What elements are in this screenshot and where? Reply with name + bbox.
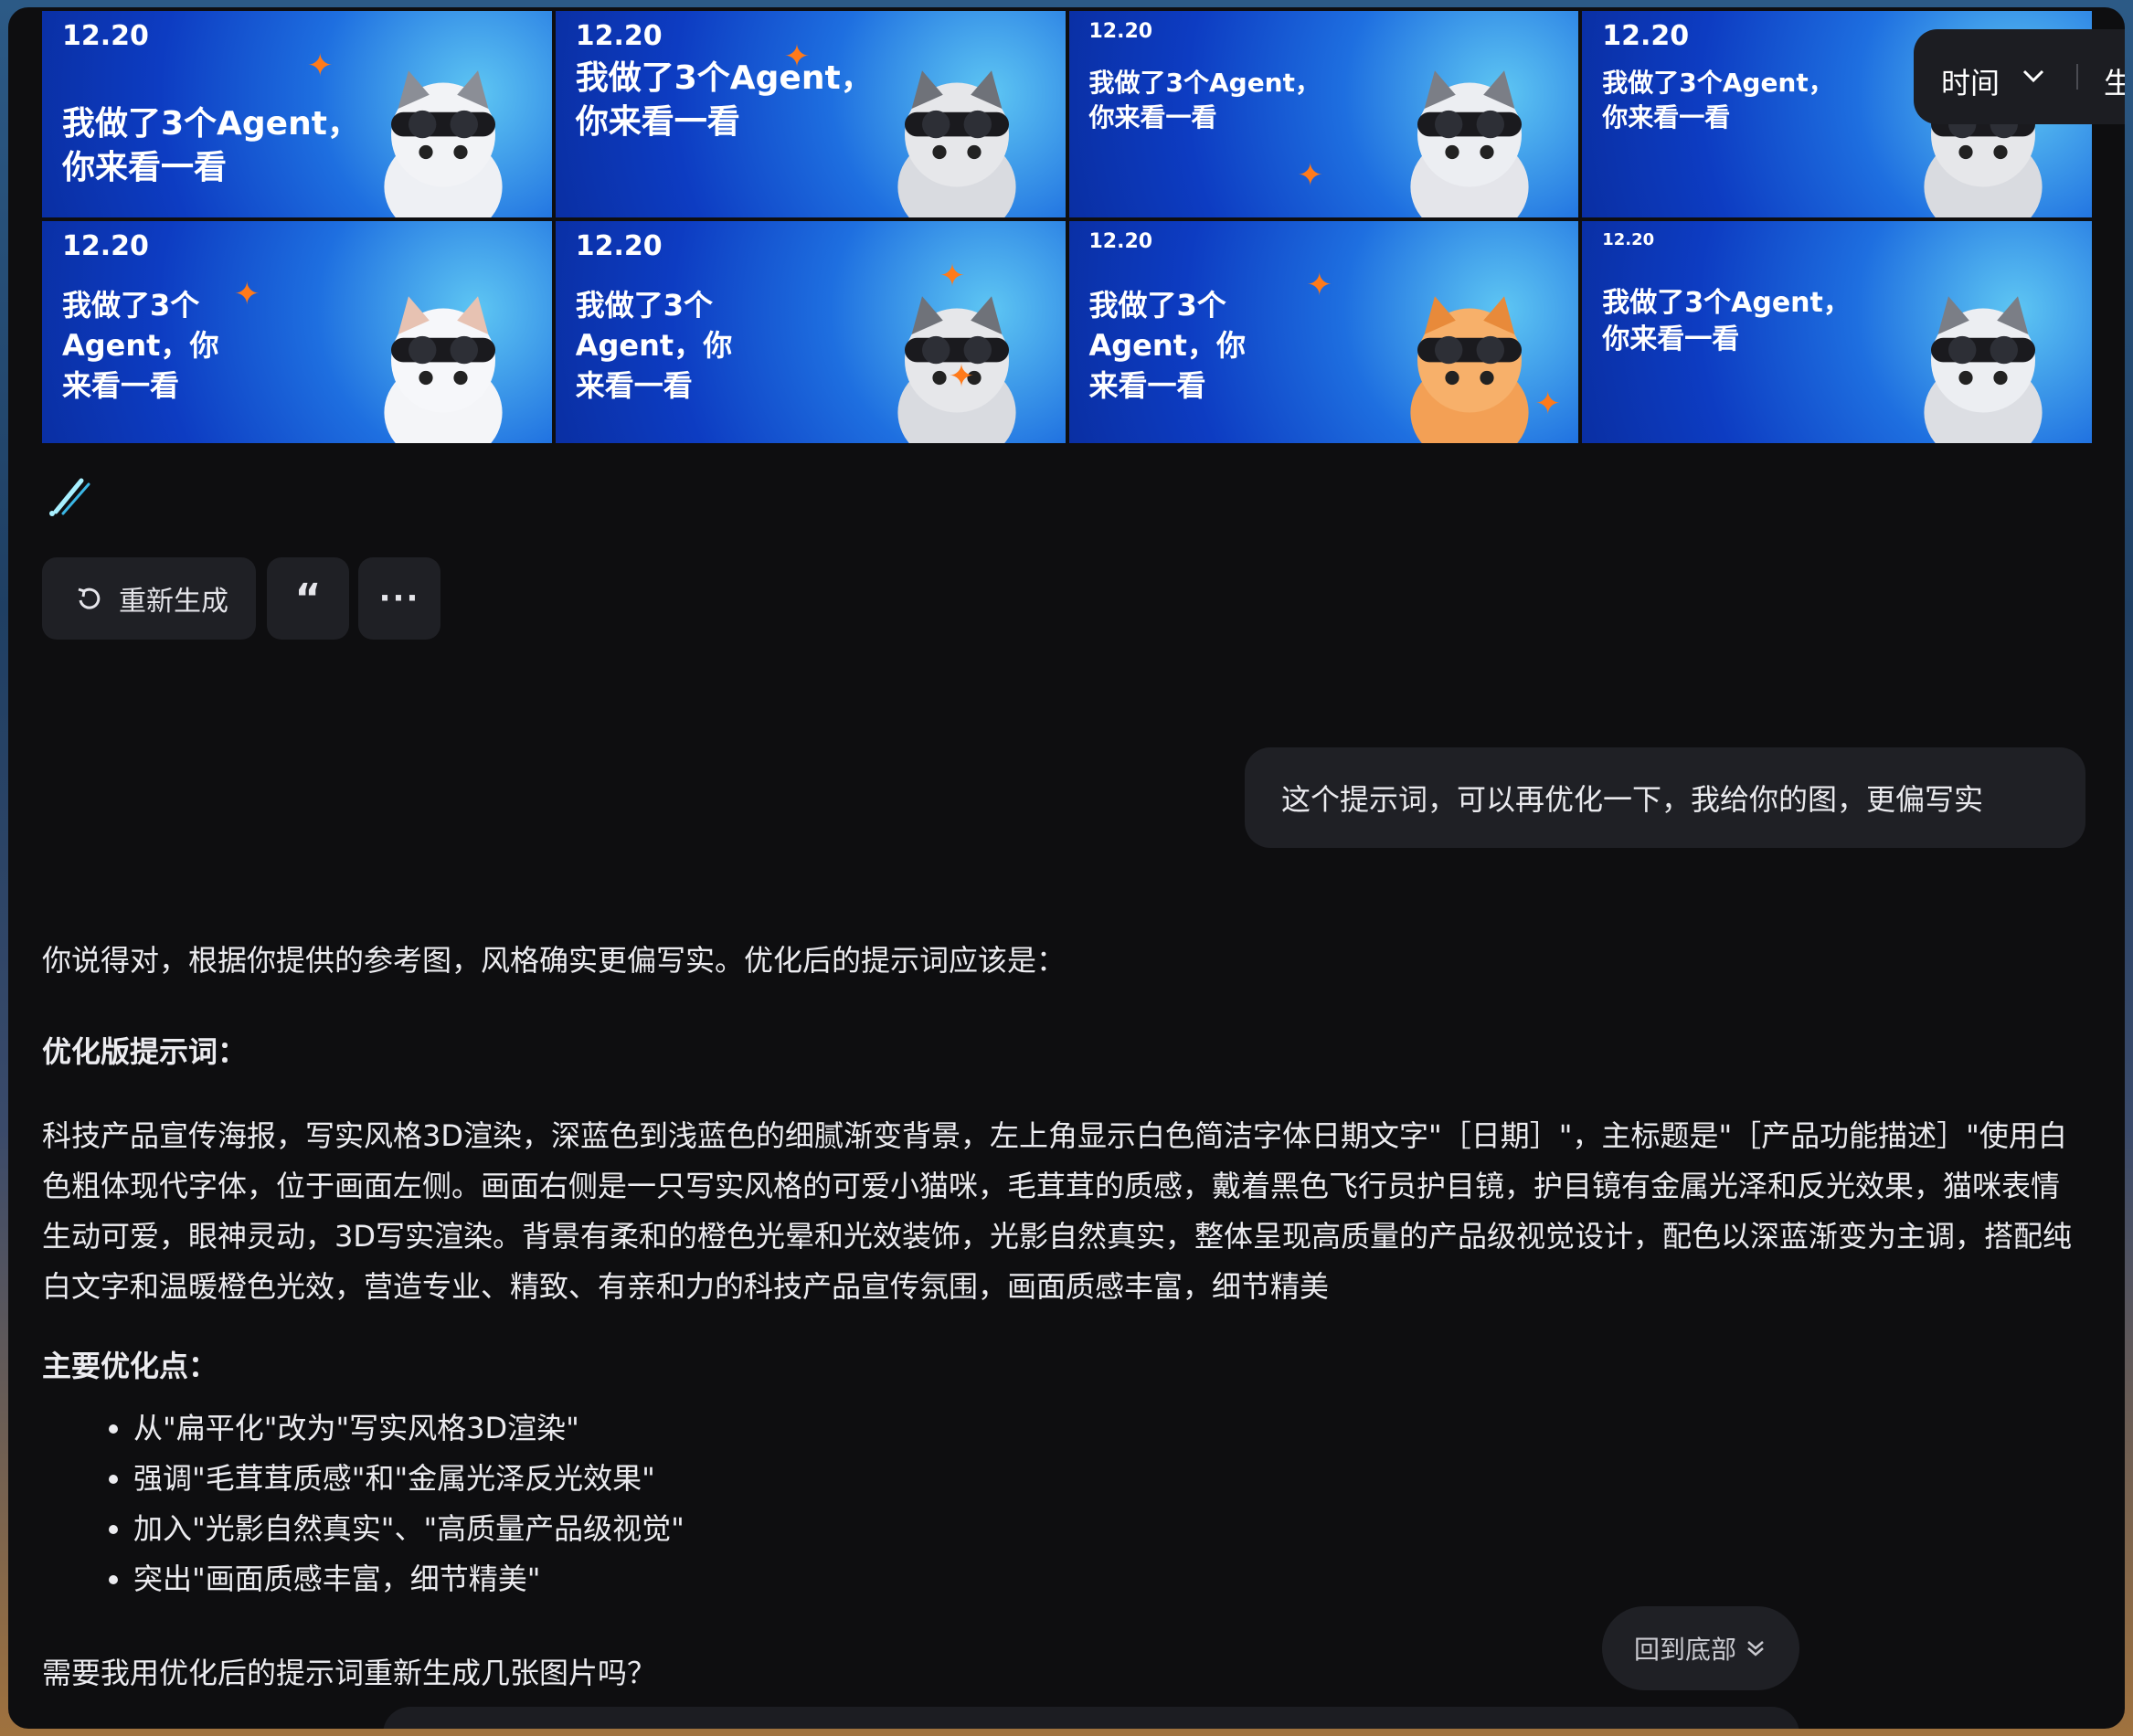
poster-image-3[interactable]: 12.20 我做了3个Agent，你来看一看 ✦	[1068, 11, 1579, 217]
poster-image-6[interactable]: 12.20 我做了3个Agent，你来看一看 ✦ ✦	[555, 221, 1066, 443]
poster-date: 12.20	[575, 20, 663, 52]
list-item: 从"扁平化"改为"写实风格3D渲染"	[133, 1403, 684, 1454]
poster-image-1[interactable]: 12.20 我做了3个Agent，你来看一看 ✦	[42, 11, 552, 217]
poster-date: 12.20	[1602, 20, 1690, 52]
cat-illustration	[1924, 296, 2043, 443]
user-message-text: 这个提示词，可以再优化一下，我给你的图，更偏写实	[1281, 782, 1984, 817]
spark-icon: ✦	[1306, 267, 1333, 303]
poster-title: 我做了3个Agent，你来看一看	[575, 59, 874, 141]
poster-date: 12.20	[1602, 230, 1655, 249]
list-item: 突出"画面质感丰富，细节精美"	[133, 1554, 684, 1604]
user-message-bubble: 这个提示词，可以再优化一下，我给你的图，更偏写实	[1245, 747, 2085, 848]
generated-image-grid: 12.20 我做了3个Agent，你来看一看 ✦ 12.20 我做了3个Agen…	[42, 11, 2092, 443]
top-toolbar: 时间 生	[1914, 29, 2125, 124]
spark-icon: ✦	[1534, 386, 1562, 422]
poster-title: 我做了3个Agent，你来看一看	[62, 105, 360, 186]
loading-spinner-icon	[49, 478, 90, 516]
back-to-bottom-button[interactable]: 回到底部	[1602, 1606, 1799, 1690]
spark-icon: ✦	[783, 38, 811, 75]
cat-illustration	[897, 70, 1016, 217]
list-item: 强调"毛茸茸质感"和"金属光泽反光效果"	[133, 1454, 684, 1504]
cat-illustration	[1410, 70, 1529, 217]
cat-illustration	[384, 70, 503, 217]
answer-heading-points: 主要优化点：	[42, 1349, 218, 1383]
answer-closing: 需要我用优化后的提示词重新生成几张图片吗？	[42, 1656, 657, 1690]
refresh-icon	[78, 587, 101, 609]
poster-image-5[interactable]: 12.20 我做了3个Agent，你来看一看 ✦	[42, 221, 552, 443]
back-to-bottom-label: 回到底部	[1633, 1635, 1736, 1665]
regenerate-button[interactable]: 重新生成	[42, 557, 256, 640]
spark-icon: ✦	[234, 276, 260, 312]
time-sort-label[interactable]: 时间	[1941, 60, 2000, 102]
poster-date: 12.20	[62, 230, 149, 262]
cat-illustration	[384, 296, 503, 443]
spark-icon: ✦	[939, 258, 966, 294]
chat-window: 12.20 我做了3个Agent，你来看一看 ✦ 12.20 我做了3个Agen…	[8, 7, 2125, 1729]
more-icon: ···	[378, 580, 420, 617]
poster-image-2[interactable]: 12.20 我做了3个Agent，你来看一看 ✦	[555, 11, 1066, 217]
poster-title: 我做了3个Agent，你来看一看	[1602, 287, 1851, 355]
double-chevron-down-icon	[1747, 1641, 1764, 1657]
chevron-down-icon[interactable]	[2020, 62, 2047, 90]
poster-image-8[interactable]: 12.20 我做了3个Agent，你来看一看	[1582, 221, 2092, 443]
regenerate-label: 重新生成	[119, 586, 228, 618]
generate-tab-label[interactable]: 生	[2104, 60, 2125, 102]
spark-icon: ✦	[1297, 157, 1324, 194]
list-item: 加入"光影自然真实"、"高质量产品级视觉"	[133, 1504, 684, 1554]
quote-button[interactable]: “	[267, 557, 349, 640]
divider	[2076, 64, 2078, 90]
spark-icon: ✦	[948, 358, 975, 395]
poster-title: 我做了3个Agent，你来看一看	[62, 288, 219, 403]
cat-illustration	[1410, 296, 1529, 443]
poster-date: 12.20	[1088, 230, 1153, 253]
poster-date: 12.20	[1088, 20, 1153, 43]
chat-input-box[interactable]	[383, 1707, 1799, 1729]
poster-image-7[interactable]: 12.20 我做了3个Agent，你来看一看 ✦ ✦	[1068, 221, 1579, 443]
spark-icon: ✦	[307, 48, 334, 84]
poster-date: 12.20	[575, 230, 663, 262]
optimized-prompt-text: 科技产品宣传海报，写实风格3D渲染，深蓝色到浅蓝色的细腻渐变背景，左上角显示白色…	[42, 1118, 2073, 1304]
quote-icon: “	[294, 575, 322, 622]
answer-heading-prompt: 优化版提示词：	[42, 1034, 248, 1069]
poster-date: 12.20	[62, 20, 149, 52]
answer-intro: 你说得对，根据你提供的参考图，风格确实更偏写实。优化后的提示词应该是：	[42, 943, 1066, 978]
poster-title: 我做了3个Agent，你来看一看	[1602, 68, 1834, 132]
poster-title: 我做了3个Agent，你来看一看	[575, 288, 733, 403]
poster-title: 我做了3个Agent，你来看一看	[1088, 288, 1246, 403]
more-button[interactable]: ···	[358, 557, 440, 640]
poster-title: 我做了3个Agent，你来看一看	[1088, 68, 1321, 132]
optimization-points-list: 从"扁平化"改为"写实风格3D渲染" 强调"毛茸茸质感"和"金属光泽反光效果" …	[97, 1403, 684, 1604]
